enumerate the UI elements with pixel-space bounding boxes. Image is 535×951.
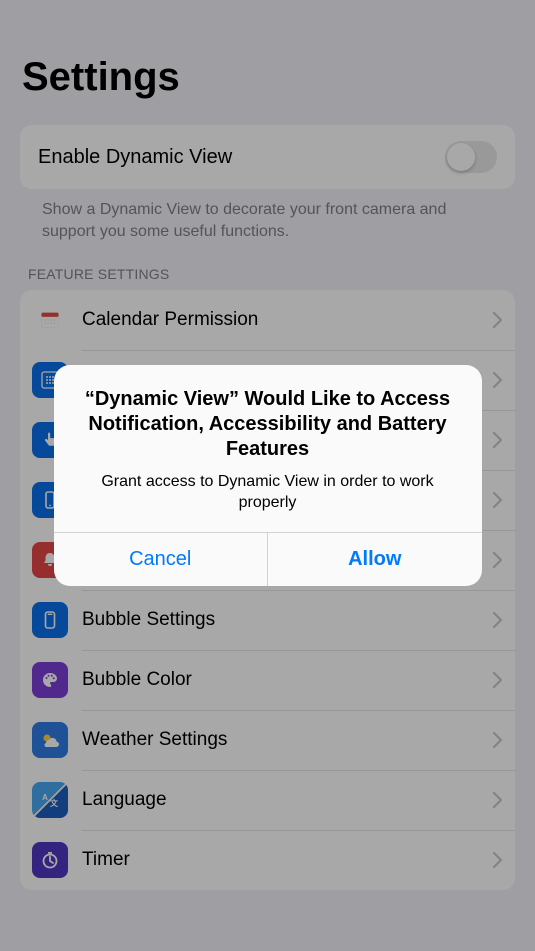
permission-alert: “Dynamic View” Would Like to Access Noti…: [54, 365, 482, 586]
allow-button[interactable]: Allow: [267, 533, 482, 586]
alert-title: “Dynamic View” Would Like to Access Noti…: [76, 387, 460, 462]
cancel-button[interactable]: Cancel: [54, 533, 268, 586]
permission-alert-overlay: “Dynamic View” Would Like to Access Noti…: [0, 0, 535, 951]
alert-message: Grant access to Dynamic View in order to…: [76, 472, 460, 514]
